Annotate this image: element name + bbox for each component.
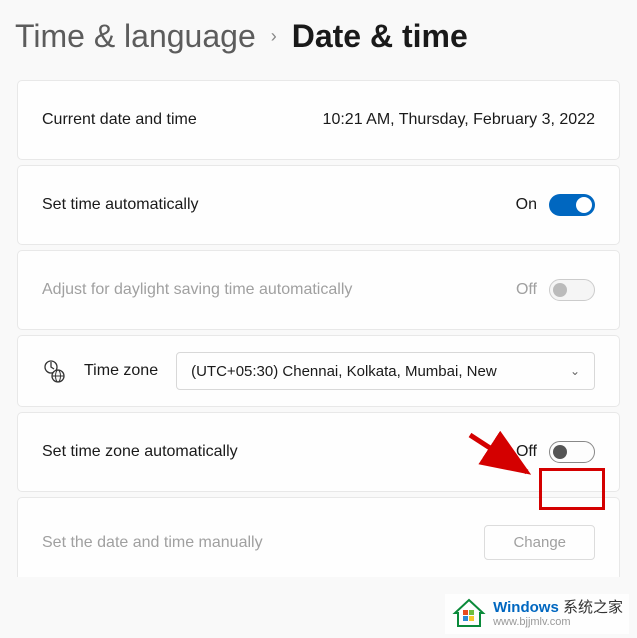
timezone-selected: (UTC+05:30) Chennai, Kolkata, Mumbai, Ne… [191, 363, 562, 380]
daylight-saving-state: Off [516, 281, 537, 299]
set-time-auto-label: Set time automatically [42, 196, 199, 214]
house-icon [451, 596, 487, 632]
watermark-url: www.bjjmlv.com [493, 616, 623, 628]
breadcrumb: Time & language › Date & time [0, 0, 637, 80]
timezone-dropdown[interactable]: (UTC+05:30) Chennai, Kolkata, Mumbai, Ne… [176, 352, 595, 390]
watermark-brand: Windows 系统之家 [493, 600, 623, 617]
chevron-down-icon: ⌄ [570, 364, 580, 378]
set-manually-card: Set the date and time manually Change [17, 497, 620, 577]
change-button: Change [484, 525, 595, 560]
timezone-card: Time zone (UTC+05:30) Chennai, Kolkata, … [17, 335, 620, 407]
breadcrumb-back-link[interactable]: Time & language [15, 18, 256, 55]
set-time-auto-state: On [516, 196, 537, 214]
watermark: Windows 系统之家 www.bjjmlv.com [445, 594, 629, 634]
timezone-label: Time zone [84, 362, 158, 380]
set-manually-label: Set the date and time manually [42, 534, 263, 552]
current-datetime-card: Current date and time 10:21 AM, Thursday… [17, 80, 620, 160]
daylight-saving-label: Adjust for daylight saving time automati… [42, 281, 352, 299]
daylight-saving-toggle [549, 279, 595, 301]
daylight-saving-card: Adjust for daylight saving time automati… [17, 250, 620, 330]
current-datetime-label: Current date and time [42, 111, 197, 129]
set-time-auto-toggle[interactable] [549, 194, 595, 216]
chevron-right-icon: › [271, 26, 277, 47]
globe-clock-icon [42, 359, 66, 383]
page-title: Date & time [292, 18, 468, 55]
set-time-auto-toggle-group: On [516, 194, 595, 216]
set-timezone-auto-state: Off [516, 443, 537, 461]
set-timezone-auto-label: Set time zone automatically [42, 443, 238, 461]
set-timezone-auto-toggle[interactable] [549, 441, 595, 463]
set-time-auto-card: Set time automatically On [17, 165, 620, 245]
current-datetime-value: 10:21 AM, Thursday, February 3, 2022 [323, 111, 595, 129]
set-timezone-auto-toggle-group: Off [516, 441, 595, 463]
daylight-saving-toggle-group: Off [516, 279, 595, 301]
set-timezone-auto-card: Set time zone automatically Off [17, 412, 620, 492]
